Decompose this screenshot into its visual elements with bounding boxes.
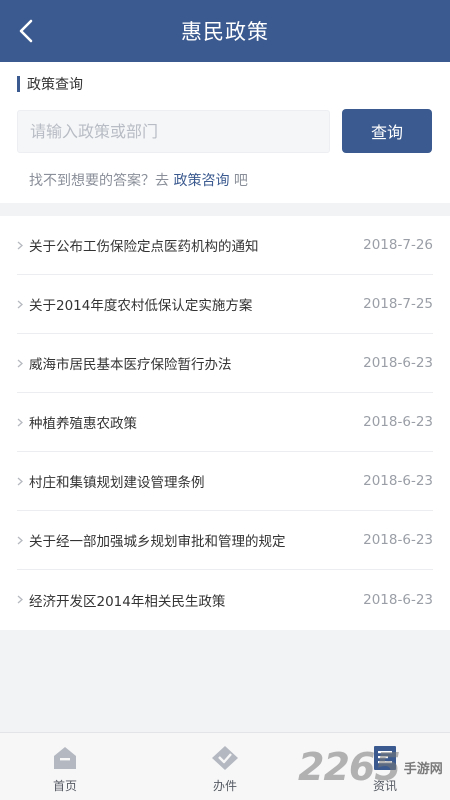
policy-title: 经济开发区2014年相关民生政策 (29, 593, 226, 610)
tab-news[interactable]: 资讯 (335, 733, 435, 800)
search-panel: 政策查询 查询 找不到想要的答案？去 政策咨询 吧 (0, 62, 450, 203)
list-item[interactable]: 经济开发区2014年相关民生政策 2018-6-23 (17, 570, 433, 629)
section-title: 政策查询 (17, 75, 83, 93)
chevron-right-icon (17, 595, 27, 604)
section-marker (17, 76, 20, 92)
list-item[interactable]: 关于2014年度农村低保认定实施方案 2018-7-25 (17, 275, 433, 334)
chevron-right-icon (17, 536, 27, 545)
app-header: 惠民政策 (0, 0, 450, 62)
list-item[interactable]: 关于经一部加强城乡规划审批和管理的规定 2018-6-23 (17, 511, 433, 570)
chevron-right-icon (17, 418, 27, 427)
policy-date: 2018-6-23 (363, 532, 433, 548)
policy-title: 关于公布工伤保险定点医药机构的通知 (29, 239, 259, 255)
policy-date: 2018-7-26 (363, 237, 433, 253)
list-item[interactable]: 关于公布工伤保险定点医药机构的通知 2018-7-26 (17, 216, 433, 275)
chevron-right-icon (17, 359, 27, 368)
tab-label: 资讯 (372, 779, 397, 793)
policy-title: 村庄和集镇规划建设管理条例 (29, 475, 205, 491)
policy-list: 关于公布工伤保险定点医药机构的通知 2018-7-26 关于2014年度农村低保… (0, 216, 450, 630)
search-input[interactable] (17, 110, 330, 153)
bottom-tab-bar: 首页 办件 资讯 (0, 732, 450, 800)
policy-title: 威海市居民基本医疗保险暂行办法 (29, 357, 232, 373)
chevron-right-icon (17, 241, 27, 250)
search-button[interactable]: 查询 (342, 109, 432, 153)
home-icon (52, 744, 78, 772)
chevron-left-icon (19, 19, 33, 43)
policy-title: 关于2014年度农村低保认定实施方案 (29, 298, 253, 314)
chevron-right-icon (17, 300, 27, 309)
tab-tasks[interactable]: 办件 (175, 733, 275, 800)
list-item[interactable]: 种植养殖惠农政策 2018-6-23 (17, 393, 433, 452)
policy-date: 2018-6-23 (363, 591, 433, 608)
hint-prefix: 找不到想要的答案？去 (29, 173, 174, 189)
policy-date: 2018-6-23 (363, 414, 433, 430)
page-title: 惠民政策 (181, 20, 269, 44)
list-item[interactable]: 村庄和集镇规划建设管理条例 2018-6-23 (17, 452, 433, 511)
consult-link[interactable]: 政策咨询 (173, 173, 229, 189)
policy-date: 2018-6-23 (363, 473, 433, 489)
policy-date: 2018-7-25 (363, 296, 433, 312)
list-item[interactable]: 威海市居民基本医疗保险暂行办法 2018-6-23 (17, 334, 433, 393)
section-title-text: 政策查询 (27, 77, 83, 93)
tab-label: 首页 (52, 779, 77, 793)
diamond-icon (210, 744, 240, 772)
policy-title: 关于经一部加强城乡规划审批和管理的规定 (29, 534, 286, 550)
hint-text: 找不到想要的答案？去 政策咨询 吧 (29, 170, 248, 190)
policy-date: 2018-6-23 (363, 355, 433, 371)
tab-label: 办件 (212, 779, 237, 793)
hint-suffix: 吧 (229, 173, 248, 189)
back-button[interactable] (8, 12, 44, 50)
tab-home[interactable]: 首页 (15, 733, 115, 800)
policy-title: 种植养殖惠农政策 (29, 416, 137, 432)
news-icon (373, 744, 397, 772)
chevron-right-icon (17, 477, 27, 486)
